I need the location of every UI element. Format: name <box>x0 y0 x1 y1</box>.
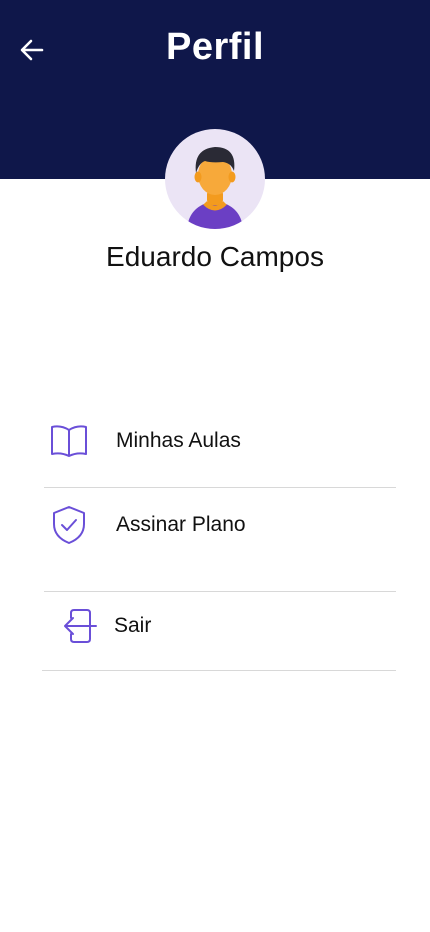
divider <box>42 670 396 671</box>
divider <box>44 487 396 488</box>
menu-label-assinar-plano: Assinar Plano <box>116 513 246 536</box>
shield-check-icon <box>44 505 94 545</box>
book-open-icon <box>44 421 94 461</box>
menu-label-sair: Sair <box>114 614 152 637</box>
menu-label-minhas-aulas: Minhas Aulas <box>116 429 241 452</box>
divider <box>44 591 396 592</box>
user-name: Eduardo Campos <box>106 241 324 272</box>
menu-item-assinar-plano[interactable]: Assinar Plano <box>44 505 396 545</box>
profile-screen: Perfil Eduardo Campos Minhas Aulas Assin… <box>0 0 430 932</box>
page-title: Perfil <box>165 26 265 68</box>
avatar <box>165 129 265 229</box>
menu-item-sair[interactable]: Sair <box>44 606 396 646</box>
menu-item-minhas-aulas[interactable]: Minhas Aulas <box>44 421 396 461</box>
logout-icon <box>52 606 102 646</box>
user-avatar-icon <box>187 147 243 229</box>
